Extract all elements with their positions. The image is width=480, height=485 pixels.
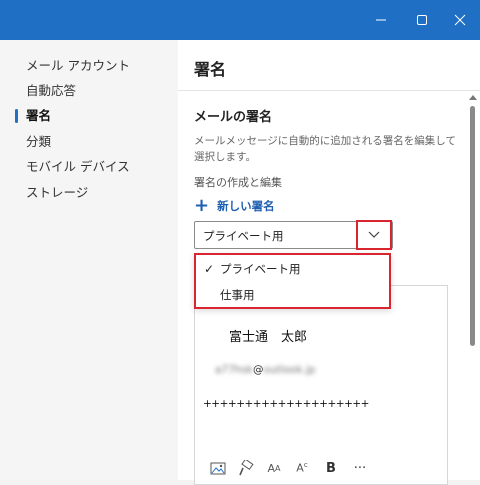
bold-button[interactable]: B (322, 460, 340, 476)
settings-sidebar: メール アカウント 自動応答 署名 分類 モバイル デバイス ストレージ (0, 40, 178, 480)
page-title: 署名 (194, 60, 227, 79)
signature-dropdown-toggle[interactable] (356, 220, 392, 250)
more-options-button[interactable]: ··· (350, 460, 370, 476)
scroll-up-icon (469, 95, 477, 100)
dropdown-option-private[interactable]: ✓ プライベート用 (196, 257, 389, 281)
font-size-button[interactable]: AA (265, 460, 283, 476)
maximize-icon (417, 15, 427, 25)
option-label: 仕事用 (220, 288, 255, 302)
create-edit-label: 署名の作成と編集 (194, 176, 282, 189)
main-pane: 署名 メールの署名 メールメッセージに自動的に追加される署名を編集して選択します… (178, 40, 480, 485)
scrollbar[interactable] (468, 84, 478, 480)
close-button[interactable] (440, 0, 480, 40)
superscript-button[interactable]: Ac (293, 460, 311, 476)
bold-icon: B (326, 460, 336, 476)
scroll-thumb[interactable] (470, 106, 475, 346)
sidebar-item-storage[interactable]: ストレージ (26, 183, 88, 203)
new-signature-label: 新しい署名 (217, 199, 275, 213)
minimize-button[interactable] (361, 0, 401, 40)
font-size-icon-small: A (275, 463, 281, 473)
more-icon: ··· (353, 460, 367, 476)
email-local-part: a77hsk (215, 364, 254, 376)
superscript-icon: Ac (296, 461, 308, 475)
signature-email: a77hsk@outlook.jp (215, 364, 315, 376)
maximize-button[interactable] (402, 0, 442, 40)
font-size-icon: A (267, 461, 276, 475)
format-painter-icon (239, 460, 254, 476)
email-domain: outlook.jp (263, 364, 316, 376)
plus-icon: + (194, 195, 210, 216)
format-painter-button[interactable] (237, 460, 255, 476)
section-title: メールの署名 (194, 110, 273, 125)
option-label: プライベート用 (220, 262, 301, 276)
insert-image-button[interactable] (209, 460, 227, 476)
active-indicator (15, 109, 18, 123)
minimize-icon (376, 19, 386, 21)
sidebar-item-auto-reply[interactable]: 自動応答 (26, 81, 76, 101)
format-toolbar: AA Ac B ··· (195, 456, 447, 480)
chevron-down-icon (368, 231, 380, 238)
section-description: メールメッセージに自動的に追加される署名を編集して選択します。 (194, 135, 456, 163)
sidebar-item-signature[interactable]: 署名 (26, 106, 51, 126)
new-signature-button[interactable]: + 新しい署名 (194, 197, 275, 215)
signature-editor[interactable]: 富士通 太郎 a77hsk@outlook.jp +++++++++++++++… (194, 285, 448, 485)
image-icon (210, 462, 226, 474)
signature-plus-line: ++++++++++++++++++++ (203, 398, 369, 410)
sidebar-item-mail-accounts[interactable]: メール アカウント (26, 56, 130, 76)
close-icon (454, 14, 466, 26)
signature-name: 富士通 太郎 (229, 330, 308, 345)
dropdown-option-work[interactable]: 仕事用 (196, 283, 389, 307)
email-at: @ (253, 364, 264, 376)
header-divider (178, 90, 480, 91)
checkmark-icon: ✓ (204, 262, 215, 276)
sidebar-item-categories[interactable]: 分類 (26, 132, 51, 152)
sidebar-item-mobile-devices[interactable]: モバイル デバイス (26, 157, 130, 177)
signature-dropdown-menu: ✓ プライベート用 仕事用 (194, 253, 391, 309)
title-bar (0, 0, 480, 40)
